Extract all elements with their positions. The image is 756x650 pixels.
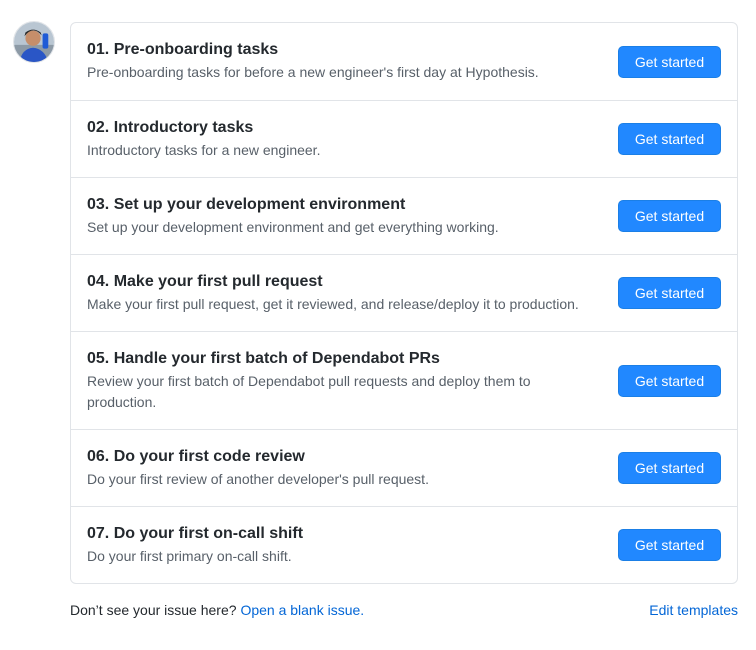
get-started-button[interactable]: Get started xyxy=(618,45,721,78)
template-description: Pre-onboarding tasks for before a new en… xyxy=(87,64,539,80)
template-title: 01. Pre-onboarding tasks xyxy=(87,41,279,58)
get-started-button[interactable]: Get started xyxy=(618,529,721,561)
template-title: 03. Set up your development environment xyxy=(87,195,406,213)
template-row: 06. Do your first code review Do your fi… xyxy=(71,429,737,506)
footer-prompt: Don’t see your issue here? xyxy=(70,602,237,618)
user-avatar-icon xyxy=(14,22,54,62)
get-started-button[interactable]: Get started xyxy=(618,123,721,155)
template-row: 05. Handle your first batch of Dependabo… xyxy=(71,331,737,429)
template-text: 03. Set up your development environment … xyxy=(87,195,587,238)
template-title: 04. Make your first pull request xyxy=(87,272,323,290)
template-text: 05. Handle your first batch of Dependabo… xyxy=(87,349,587,413)
template-text: 01. Pre-onboarding tasks Pre-onboarding … xyxy=(87,40,587,83)
template-title: 02. Introductory tasks xyxy=(87,118,254,136)
get-started-button[interactable]: Get started xyxy=(618,452,721,484)
template-text: 02. Introductory tasks Introductory task… xyxy=(87,118,587,161)
edit-templates-link[interactable]: Edit templates xyxy=(649,600,738,620)
template-text: 06. Do your first code review Do your fi… xyxy=(87,447,587,490)
template-title: 07. Do your first on-call shift xyxy=(87,524,304,542)
template-row: 07. Do your first on-call shift Do your … xyxy=(71,506,737,583)
get-started-button[interactable]: Get started xyxy=(618,277,721,309)
open-blank-issue-link[interactable]: Open a blank issue. xyxy=(240,602,364,618)
template-title: 05. Handle your first batch of Dependabo… xyxy=(87,349,440,367)
get-started-button[interactable]: Get started xyxy=(618,200,721,232)
template-description: Introductory tasks for a new engineer. xyxy=(87,141,321,158)
template-row: 01. Pre-onboarding tasks Pre-onboarding … xyxy=(71,23,737,100)
template-title: 06. Do your first code review xyxy=(87,447,305,465)
template-description: Make your first pull request, get it rev… xyxy=(87,295,579,312)
template-row: 02. Introductory tasks Introductory task… xyxy=(71,100,737,177)
template-description: Review your first batch of Dependabot pu… xyxy=(87,372,531,410)
template-text: 04. Make your first pull request Make yo… xyxy=(87,272,587,315)
template-text: 07. Do your first on-call shift Do your … xyxy=(87,524,587,567)
template-description: Do your first review of another develope… xyxy=(87,470,429,487)
get-started-button[interactable]: Get started xyxy=(618,364,721,397)
template-row: 03. Set up your development environment … xyxy=(71,177,737,254)
avatar[interactable] xyxy=(13,21,55,63)
template-description: Do your first primary on-call shift. xyxy=(87,547,292,564)
footer: Don’t see your issue here? Open a blank … xyxy=(70,600,738,620)
issue-templates-list: 01. Pre-onboarding tasks Pre-onboarding … xyxy=(70,22,738,584)
template-description: Set up your development environment and … xyxy=(87,218,499,235)
template-row: 04. Make your first pull request Make yo… xyxy=(71,254,737,331)
footer-prompt-group: Don’t see your issue here? Open a blank … xyxy=(70,600,364,620)
